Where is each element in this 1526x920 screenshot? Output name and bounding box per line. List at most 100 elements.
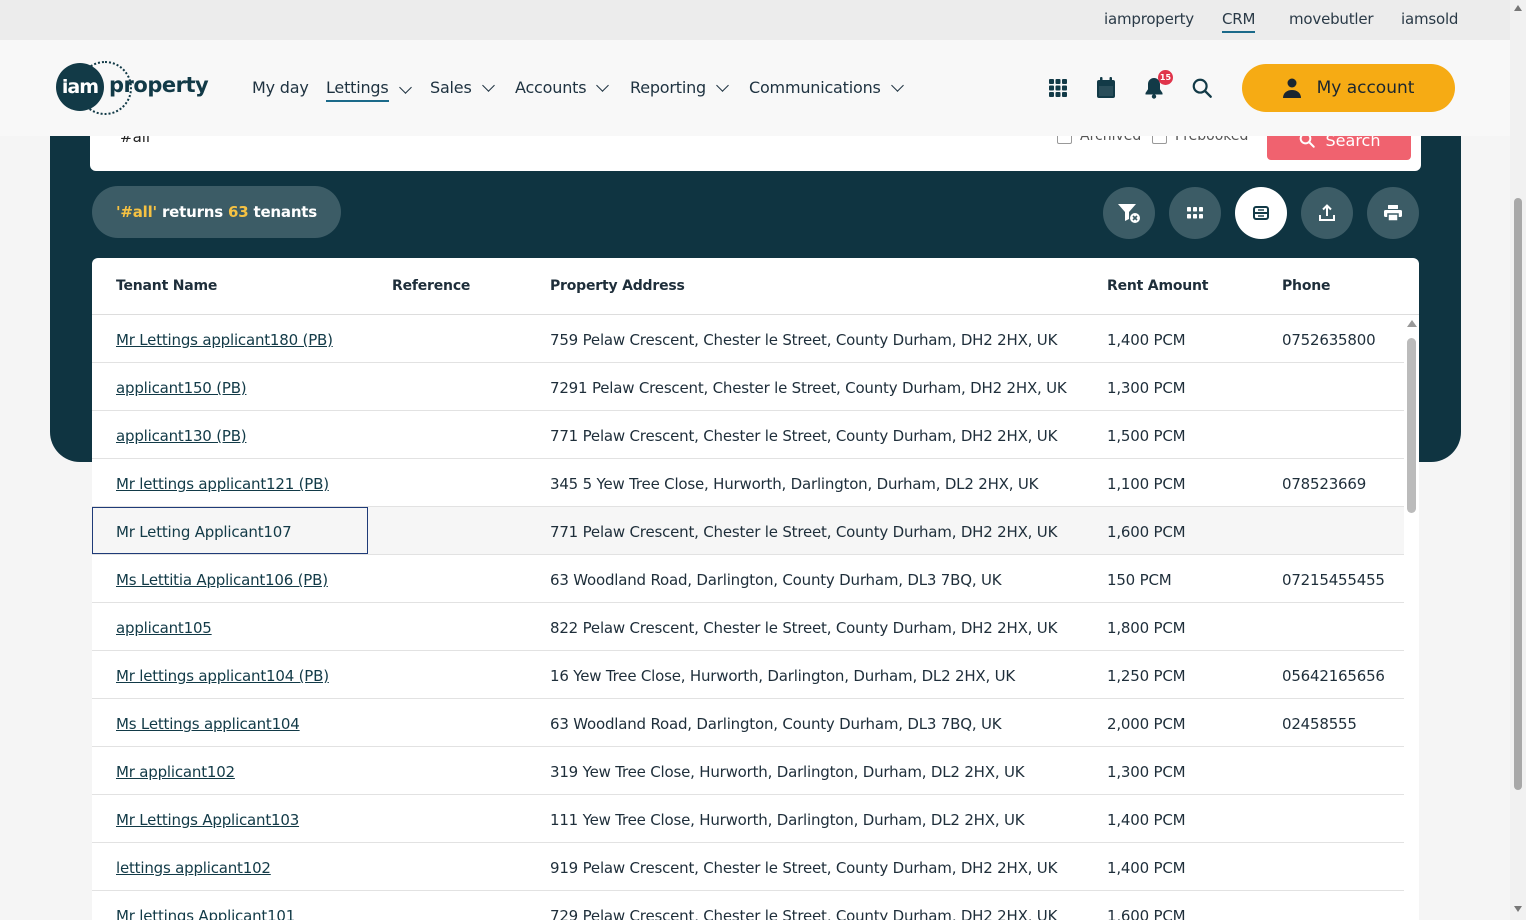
chevron-down-icon bbox=[890, 78, 904, 92]
tenant-name-link[interactable]: Ms Lettings applicant104 bbox=[116, 715, 300, 733]
topbar-link-crm[interactable]: CRM bbox=[1222, 10, 1255, 33]
column-phone[interactable]: Phone bbox=[1282, 278, 1331, 294]
page-scrollbar[interactable] bbox=[1510, 0, 1526, 920]
table-row[interactable]: applicant105 822 Pelaw Crescent, Chester … bbox=[92, 603, 1404, 651]
table-row[interactable]: Ms Lettings applicant104 63 Woodland Road… bbox=[92, 699, 1404, 747]
rent-amount-cell: 1,400 PCM bbox=[1107, 331, 1186, 349]
table-row[interactable]: applicant150 (PB) 7291 Pelaw Crescent, Ch… bbox=[92, 363, 1404, 411]
tenant-name-link[interactable]: applicant150 (PB) bbox=[116, 379, 247, 397]
iamproperty-logo[interactable]: iam property bbox=[56, 61, 209, 115]
notification-badge: 15 bbox=[1158, 70, 1173, 85]
rent-amount-cell: 1,400 PCM bbox=[1107, 859, 1186, 877]
property-address-cell: 319 Yew Tree Close, Hurworth, Darlington… bbox=[550, 763, 1025, 781]
table-scrollbar[interactable] bbox=[1404, 315, 1419, 920]
tenant-name-link[interactable]: Mr Lettings Applicant103 bbox=[116, 811, 299, 829]
rent-amount-cell: 1,800 PCM bbox=[1107, 619, 1186, 637]
property-address-cell: 63 Woodland Road, Darlington, County Dur… bbox=[550, 571, 1002, 589]
table-row[interactable]: Mr lettings applicant121 (PB) 345 5 Yew T… bbox=[92, 459, 1404, 507]
column-tenant-name[interactable]: Tenant Name bbox=[116, 278, 217, 294]
grid-view-button[interactable] bbox=[1169, 187, 1221, 239]
page-scroll-up-icon[interactable] bbox=[1514, 5, 1522, 11]
table-row[interactable]: Mr Letting Applicant107 771 Pelaw Crescen… bbox=[92, 507, 1404, 555]
clear-filter-icon bbox=[1118, 204, 1140, 223]
table-row[interactable]: Mr lettings applicant104 (PB) 16 Yew Tree… bbox=[92, 651, 1404, 699]
tenant-name-link[interactable]: Mr lettings applicant104 (PB) bbox=[116, 667, 329, 685]
property-address-cell: 771 Pelaw Crescent, Chester le Street, C… bbox=[550, 523, 1058, 541]
logo-mark: iam bbox=[56, 63, 104, 111]
rent-amount-cell: 1,300 PCM bbox=[1107, 763, 1186, 781]
nav-communications[interactable]: Communications bbox=[749, 78, 904, 97]
property-address-cell: 759 Pelaw Crescent, Chester le Street, C… bbox=[550, 331, 1058, 349]
property-address-cell: 111 Yew Tree Close, Hurworth, Darlington… bbox=[550, 811, 1025, 829]
list-view-button[interactable] bbox=[1235, 187, 1287, 239]
tenant-name-link[interactable]: Mr Lettings applicant180 (PB) bbox=[116, 331, 333, 349]
page-scrollbar-thumb[interactable] bbox=[1514, 198, 1522, 790]
topbar-link-movebutler[interactable]: movebutler bbox=[1289, 10, 1374, 28]
results-count: 63 bbox=[227, 203, 249, 221]
results-entity: tenants bbox=[253, 203, 317, 221]
notifications-bell-icon[interactable]: 15 bbox=[1142, 70, 1173, 100]
chevron-down-icon bbox=[398, 81, 412, 94]
topbar-link-iamsold[interactable]: iamsold bbox=[1401, 10, 1458, 28]
column-property-address[interactable]: Property Address bbox=[550, 278, 685, 294]
print-icon bbox=[1384, 205, 1402, 221]
scroll-up-arrow-icon[interactable] bbox=[1407, 320, 1417, 327]
tenant-name-link[interactable]: Ms Lettitia Applicant106 (PB) bbox=[116, 571, 328, 589]
table-row[interactable]: applicant130 (PB) 771 Pelaw Crescent, Che… bbox=[92, 411, 1404, 459]
topbar-link-iamproperty[interactable]: iamproperty bbox=[1104, 10, 1194, 28]
rent-amount-cell: 2,000 PCM bbox=[1107, 715, 1186, 733]
logo-word: property bbox=[109, 73, 209, 97]
phone-cell: 07215455455 bbox=[1282, 571, 1385, 589]
results-query: '#all' bbox=[115, 203, 157, 221]
table-row[interactable]: Mr lettings Applicant101 729 Pelaw Cresce… bbox=[92, 891, 1404, 920]
chevron-down-icon bbox=[716, 78, 729, 92]
phone-cell: 078523669 bbox=[1282, 475, 1367, 493]
table-row[interactable]: Ms Lettitia Applicant106 (PB) 63 Woodland… bbox=[92, 555, 1404, 603]
my-account-button[interactable]: My account bbox=[1242, 64, 1455, 112]
table-row[interactable]: lettings applicant102 919 Pelaw Crescent,… bbox=[92, 843, 1404, 891]
page-scroll-down-icon[interactable] bbox=[1514, 906, 1522, 912]
main-header: iam property My day Lettings Sales Accou… bbox=[0, 40, 1510, 136]
property-address-cell: 919 Pelaw Crescent, Chester le Street, C… bbox=[550, 859, 1058, 877]
phone-cell: 02458555 bbox=[1282, 715, 1357, 733]
column-reference[interactable]: Reference bbox=[392, 278, 470, 294]
table-row[interactable]: Mr Lettings applicant180 (PB) 759 Pelaw C… bbox=[92, 315, 1404, 363]
table-row[interactable]: Mr applicant102 319 Yew Tree Close, Hurwo… bbox=[92, 747, 1404, 795]
rent-amount-cell: 1,500 PCM bbox=[1107, 427, 1186, 445]
property-address-cell: 345 5 Yew Tree Close, Hurworth, Darlingt… bbox=[550, 475, 1039, 493]
list-view-icon bbox=[1253, 206, 1269, 220]
results-returns: returns bbox=[161, 203, 223, 221]
tenant-name-link[interactable]: Mr lettings Applicant101 bbox=[116, 907, 295, 920]
print-button[interactable] bbox=[1367, 187, 1419, 239]
column-rent-amount[interactable]: Rent Amount bbox=[1107, 278, 1208, 294]
calendar-icon[interactable] bbox=[1094, 76, 1118, 100]
apps-grid-icon[interactable] bbox=[1046, 76, 1070, 100]
nav-lettings[interactable]: Lettings bbox=[326, 78, 412, 102]
tenant-name-link[interactable]: applicant105 bbox=[116, 619, 212, 637]
tenant-name-link[interactable]: lettings applicant102 bbox=[116, 859, 271, 877]
nav-accounts[interactable]: Accounts bbox=[515, 78, 610, 97]
tenant-name-link[interactable]: Mr applicant102 bbox=[116, 763, 235, 781]
table-scrollbar-thumb[interactable] bbox=[1407, 338, 1416, 513]
export-button[interactable] bbox=[1301, 187, 1353, 239]
tenant-name-link[interactable]: Mr lettings applicant121 (PB) bbox=[116, 475, 329, 493]
nav-reporting[interactable]: Reporting bbox=[630, 78, 729, 97]
rent-amount-cell: 150 PCM bbox=[1107, 571, 1172, 589]
tenant-name-link[interactable]: applicant130 (PB) bbox=[116, 427, 247, 445]
table-row[interactable]: Mr Lettings Applicant103 111 Yew Tree Clo… bbox=[92, 795, 1404, 843]
clear-filter-button[interactable] bbox=[1103, 187, 1155, 239]
property-address-cell: 771 Pelaw Crescent, Chester le Street, C… bbox=[550, 427, 1058, 445]
nav-my-day[interactable]: My day bbox=[252, 78, 309, 97]
tenant-name-link[interactable]: Mr Letting Applicant107 bbox=[116, 523, 292, 541]
nav-sales[interactable]: Sales bbox=[430, 78, 495, 97]
table-header: Tenant Name Reference Property Address R… bbox=[92, 258, 1419, 315]
chevron-down-icon bbox=[481, 78, 495, 92]
property-address-cell: 822 Pelaw Crescent, Chester le Street, C… bbox=[550, 619, 1058, 637]
rent-amount-cell: 1,300 PCM bbox=[1107, 379, 1186, 397]
property-address-cell: 63 Woodland Road, Darlington, County Dur… bbox=[550, 715, 1002, 733]
export-icon bbox=[1319, 204, 1335, 221]
phone-cell: 0752635800 bbox=[1282, 331, 1376, 349]
rent-amount-cell: 1,100 PCM bbox=[1107, 475, 1186, 493]
rent-amount-cell: 1,600 PCM bbox=[1107, 907, 1186, 920]
search-icon[interactable] bbox=[1190, 76, 1214, 100]
